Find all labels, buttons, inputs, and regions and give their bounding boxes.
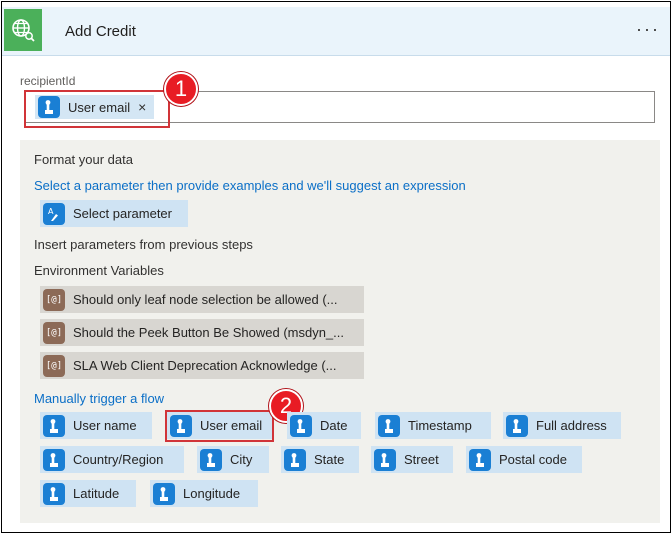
trigger-token-state[interactable]: State bbox=[281, 446, 359, 473]
callout-badge-1: 1 bbox=[164, 72, 198, 106]
trigger-token-label: Date bbox=[320, 418, 348, 433]
highlight-box-user-email bbox=[165, 410, 274, 442]
trigger-token-latitude[interactable]: Latitude bbox=[40, 480, 136, 507]
trigger-token-label: Country/Region bbox=[73, 452, 164, 467]
env-variables-heading: Environment Variables bbox=[34, 263, 164, 278]
trigger-token-label: Latitude bbox=[73, 486, 120, 501]
trigger-token-label: User name bbox=[73, 418, 137, 433]
format-heading: Format your data bbox=[34, 152, 133, 167]
recipient-field-label: recipientId bbox=[20, 74, 76, 88]
format-suggestion-link[interactable]: Select a parameter then provide examples… bbox=[34, 178, 466, 193]
more-options-button[interactable]: ··· bbox=[636, 19, 660, 40]
user-touch-icon bbox=[506, 414, 528, 437]
trigger-section-heading[interactable]: Manually trigger a flow bbox=[34, 391, 164, 406]
trigger-token-label: Full address bbox=[536, 418, 607, 433]
trigger-token-label: City bbox=[230, 452, 253, 467]
trigger-token-longitude[interactable]: Longitude bbox=[150, 480, 258, 507]
user-touch-icon bbox=[284, 448, 306, 471]
action-card: Add Credit ··· recipientId User email × … bbox=[1, 1, 671, 533]
connector-icon-box bbox=[4, 9, 42, 51]
env-variable-label: Should the Peek Button Be Showed (msdyn_… bbox=[73, 325, 345, 340]
trigger-token-street[interactable]: Street bbox=[371, 446, 453, 473]
svg-text:A: A bbox=[48, 207, 54, 216]
select-parameter-button[interactable]: A Select parameter bbox=[40, 200, 188, 227]
trigger-token-label: Postal code bbox=[499, 452, 567, 467]
trigger-token-label: State bbox=[314, 452, 345, 467]
user-touch-icon bbox=[290, 414, 312, 437]
trigger-token-user-name[interactable]: User name bbox=[40, 412, 152, 439]
trigger-token-date[interactable]: Date bbox=[287, 412, 361, 439]
user-touch-icon bbox=[374, 448, 396, 471]
user-touch-icon bbox=[153, 482, 175, 505]
trigger-token-postal-code[interactable]: Postal code bbox=[466, 446, 582, 473]
user-touch-icon bbox=[43, 482, 65, 505]
env-variable-label: Should only leaf node selection be allow… bbox=[73, 292, 338, 307]
action-header[interactable]: Add Credit ··· bbox=[2, 7, 670, 56]
parameter-icon: A bbox=[43, 202, 65, 225]
highlight-box-recipient bbox=[24, 90, 170, 128]
insert-heading: Insert parameters from previous steps bbox=[34, 237, 253, 252]
action-title: Add Credit bbox=[65, 23, 136, 40]
user-touch-icon bbox=[43, 448, 65, 471]
trigger-token-country-region[interactable]: Country/Region bbox=[40, 446, 184, 473]
user-touch-icon bbox=[378, 414, 400, 437]
user-touch-icon bbox=[200, 448, 222, 471]
user-touch-icon bbox=[43, 414, 65, 437]
variable-icon: [@] bbox=[43, 321, 65, 344]
env-variable-item[interactable]: [@] Should the Peek Button Be Showed (ms… bbox=[40, 319, 364, 346]
trigger-token-label: Timestamp bbox=[408, 418, 472, 433]
globe-search-icon bbox=[12, 19, 35, 42]
env-variable-item[interactable]: [@] SLA Web Client Deprecation Acknowled… bbox=[40, 352, 364, 379]
variable-icon: [@] bbox=[43, 354, 65, 377]
env-variable-label: SLA Web Client Deprecation Acknowledge (… bbox=[73, 358, 337, 373]
trigger-token-timestamp[interactable]: Timestamp bbox=[375, 412, 491, 439]
trigger-token-full-address[interactable]: Full address bbox=[503, 412, 621, 439]
trigger-token-city[interactable]: City bbox=[197, 446, 269, 473]
trigger-token-label: Street bbox=[404, 452, 439, 467]
select-parameter-label: Select parameter bbox=[73, 206, 172, 221]
trigger-token-label: Longitude bbox=[183, 486, 241, 501]
env-variable-item[interactable]: [@] Should only leaf node selection be a… bbox=[40, 286, 364, 313]
user-touch-icon bbox=[469, 448, 491, 471]
variable-icon: [@] bbox=[43, 288, 65, 311]
